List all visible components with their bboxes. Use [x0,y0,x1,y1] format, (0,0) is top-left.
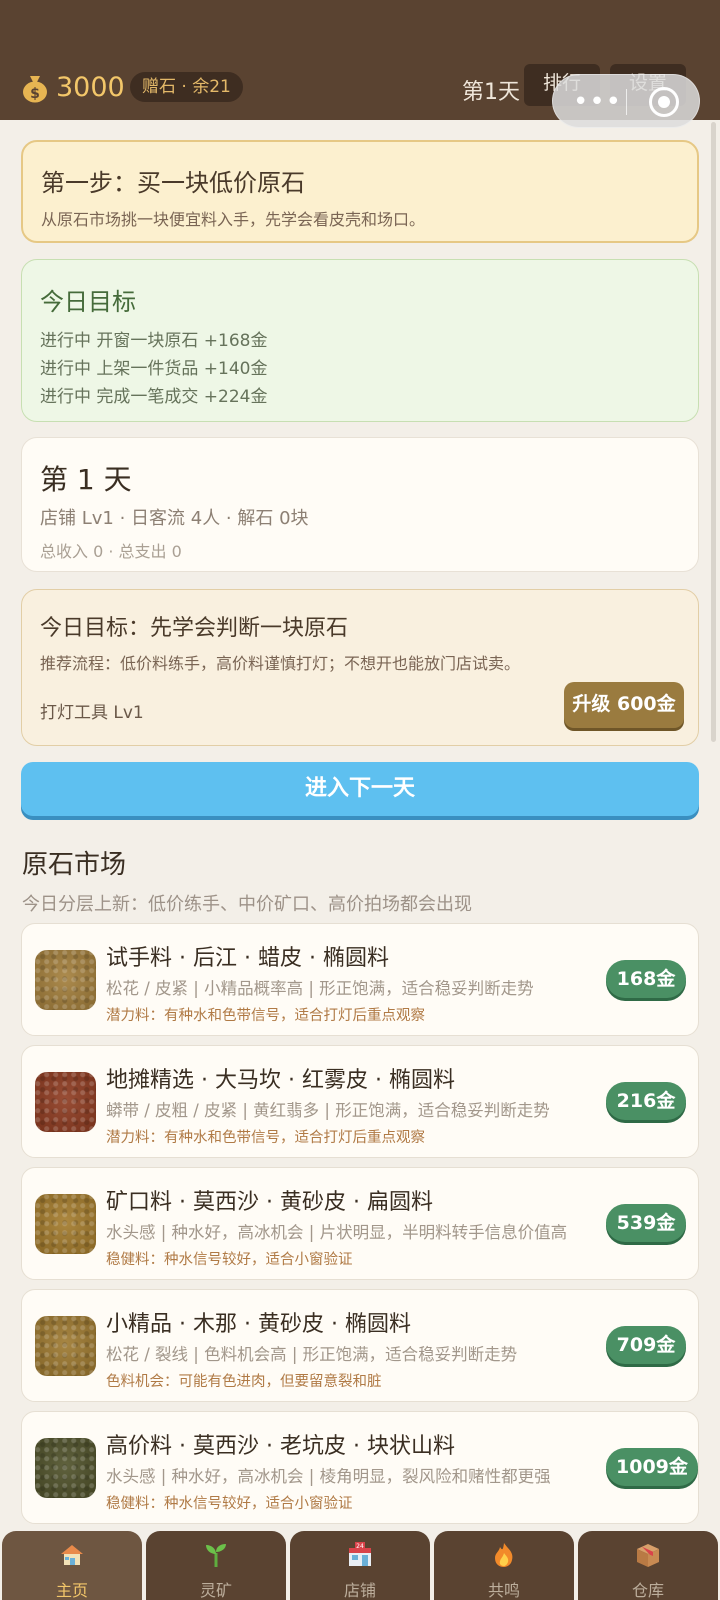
stone-note: 色料机会：可能有色进肉，但要留意裂和脏 [106,1374,382,1390]
buy-price-button[interactable]: 168金 [606,960,686,998]
stone-traits: 松花 / 裂线 | 色料机会高 | 形正饱满，适合稳妥判断走势 [106,1345,518,1364]
tab-label: 仓库 [631,1581,664,1600]
rough-stone-image [35,1438,96,1498]
tool-card-title: 今日目标：先学会判断一块原石 [40,616,349,641]
gift-stone-badge[interactable]: 赠石 · 余21 [130,72,243,102]
rough-stone-image [35,1316,96,1376]
scrollbar[interactable] [711,122,716,742]
tutorial-step-card: 第一步：买一块低价原石 从原石市场挑一块便宜料入手，先学会看皮壳和场口。 [21,140,699,243]
stone-listing[interactable]: 高价料 · 莫西沙 · 老坑皮 · 块状山料 水头感 | 种水好，高冰机会 | … [21,1411,699,1524]
day-status-card: 第 1 天 店铺 Lv1 · 日客流 4人 · 解石 0块 总收入 0 · 总支… [21,437,699,572]
rough-stone-image [35,950,96,1010]
buy-price-button[interactable]: 216金 [606,1082,686,1120]
coin-balance: $ 3000 [22,72,125,103]
tab-label: 灵矿 [199,1581,232,1600]
tool-card-desc: 推荐流程：低价料练手，高价料谨慎打灯；不想开也能放门店试卖。 [40,654,521,673]
rough-stone-image [35,1194,96,1254]
stone-note: 潜力料：有种水和色带信号，适合打灯后重点观察 [106,1008,425,1024]
bottom-tab-bar: 主页 灵矿 24 店铺 共鸣 仓库 [0,1531,720,1600]
stone-note: 潜力料：有种水和色带信号，适合打灯后重点观察 [106,1130,425,1146]
stone-name: 试手料 · 后江 · 蜡皮 · 椭圆料 [106,946,389,971]
svg-text:$: $ [30,86,40,102]
stone-listing[interactable]: 小精品 · 木那 · 黄砂皮 · 椭圆料 松花 / 裂线 | 色料机会高 | 形… [21,1289,699,1402]
current-day-label: 第1天 [462,80,520,105]
coin-amount: 3000 [56,72,125,103]
svg-text:24: 24 [356,1543,364,1550]
stone-name: 矿口料 · 莫西沙 · 黄砂皮 · 扁圆料 [106,1190,433,1215]
buy-price-button[interactable]: 709金 [606,1326,686,1364]
stone-listing[interactable]: 试手料 · 后江 · 蜡皮 · 椭圆料 松花 / 皮紧 | 小精品概率高 | 形… [21,923,699,1036]
money-bag-icon: $ [22,73,48,103]
daily-goals-title: 今日目标 [40,288,136,316]
tab-home[interactable]: 主页 [2,1531,142,1600]
home-icon [58,1541,86,1569]
buy-price-button[interactable]: 1009金 [606,1448,698,1486]
mini-program-capsule: ••• [552,74,700,128]
day-title: 第 1 天 [40,463,132,496]
stone-listing[interactable]: 矿口料 · 莫西沙 · 黄砂皮 · 扁圆料 水头感 | 种水好，高冰机会 | 片… [21,1167,699,1280]
lighting-tool-card: 今日目标：先学会判断一块原石 推荐流程：低价料练手，高价料谨慎打灯；不想开也能放… [21,589,699,746]
close-target-icon[interactable] [649,87,679,117]
buy-price-button[interactable]: 539金 [606,1204,686,1242]
tab-shop[interactable]: 24 店铺 [290,1531,430,1600]
goal-item: 进行中 开窗一块原石 +168金 [40,331,268,351]
tool-level: 打灯工具 Lv1 [40,703,144,723]
stone-name: 小精品 · 木那 · 黄砂皮 · 椭圆料 [106,1312,411,1337]
step-description: 从原石市场挑一块便宜料入手，先学会看皮壳和场口。 [41,210,426,229]
capsule-divider [626,89,627,115]
tab-mine[interactable]: 灵矿 [146,1531,286,1600]
tab-label: 店铺 [343,1581,376,1600]
stone-name: 地摊精选 · 大马坎 · 红雾皮 · 椭圆料 [106,1068,455,1093]
goal-item: 进行中 完成一笔成交 +224金 [40,387,268,407]
tab-resonance[interactable]: 共鸣 [434,1531,574,1600]
top-bar: $ 3000 赠石 · 余21 第1天 排行 设置 ••• [0,0,720,128]
stone-name: 高价料 · 莫西沙 · 老坑皮 · 块状山料 [106,1434,455,1459]
tab-warehouse[interactable]: 仓库 [578,1531,718,1600]
more-menu-icon[interactable]: ••• [573,89,622,115]
stone-traits: 水头感 | 种水好，高冰机会 | 片状明显，半明料转手信息价值高 [106,1223,568,1242]
stone-traits: 水头感 | 种水好，高冰机会 | 棱角明显，裂风险和赌性都更强 [106,1467,551,1486]
shop-stats: 店铺 Lv1 · 日客流 4人 · 解石 0块 [40,508,309,529]
goal-item: 进行中 上架一件货品 +140金 [40,359,268,379]
step-title: 第一步：买一块低价原石 [41,169,305,197]
box-icon [634,1541,662,1569]
rough-stone-image [35,1072,96,1132]
stone-note: 稳健料：种水信号较好，适合小窗验证 [106,1252,353,1268]
daily-goals-card: 今日目标 进行中 开窗一块原石 +168金 进行中 上架一件货品 +140金 进… [21,259,699,422]
shop-icon: 24 [346,1541,374,1569]
fire-icon [490,1541,518,1569]
market-title: 原石市场 [22,850,127,880]
stone-traits: 松花 / 皮紧 | 小精品概率高 | 形正饱满，适合稳妥判断走势 [106,979,534,998]
stone-traits: 蟒带 / 皮粗 / 皮紧 | 黄红翡多 | 形正饱满，适合稳妥判断走势 [106,1101,550,1120]
stone-note: 稳健料：种水信号较好，适合小窗验证 [106,1496,353,1512]
upgrade-tool-button[interactable]: 升级 600金 [564,682,684,728]
next-day-button[interactable]: 进入下一天 [21,762,699,816]
tab-label: 主页 [55,1581,88,1600]
stone-listing[interactable]: 地摊精选 · 大马坎 · 红雾皮 · 椭圆料 蟒带 / 皮粗 / 皮紧 | 黄红… [21,1045,699,1158]
finance-summary: 总收入 0 · 总支出 0 [40,542,182,561]
market-subtitle: 今日分层上新：低价练手、中价矿口、高价拍场都会出现 [22,894,472,915]
sprout-icon [202,1541,230,1569]
tab-label: 共鸣 [487,1581,520,1600]
